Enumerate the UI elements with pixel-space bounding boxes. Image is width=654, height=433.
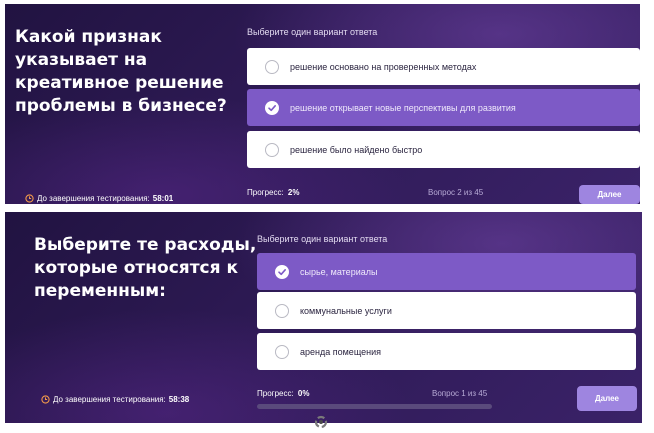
answer-option-2[interactable]: коммунальные услуги: [257, 292, 636, 329]
quiz-panel-2: Выберите те расходы, которые относятся к…: [5, 212, 642, 423]
answer-instruction: Выберите один вариант ответа: [247, 27, 378, 37]
question-counter: Вопрос 1 из 45: [432, 389, 488, 398]
test-timer: До завершения тестирования: 58:01: [25, 194, 173, 203]
answer-option-3[interactable]: решение было найдено быстро: [247, 131, 640, 168]
clock-icon: [25, 194, 34, 203]
timer-label: До завершения тестирования:: [37, 194, 150, 203]
option-label: решение было найдено быстро: [290, 144, 423, 155]
option-label: решение открывает новые перспективы для …: [290, 102, 516, 113]
radio-button[interactable]: [275, 303, 289, 318]
progress-value: 0%: [297, 389, 310, 398]
option-label: коммунальные услуги: [300, 305, 392, 316]
answer-instruction: Выберите один вариант ответа: [257, 234, 388, 244]
check-icon: [268, 104, 276, 111]
next-button[interactable]: Далее: [579, 185, 640, 204]
radio-button-checked[interactable]: [265, 100, 279, 115]
answer-option-1[interactable]: сырье, материалы: [257, 253, 636, 290]
radio-button[interactable]: [275, 344, 289, 359]
timer-value: 58:38: [168, 395, 190, 404]
next-button[interactable]: Далее: [577, 386, 637, 411]
option-label: аренда помещения: [300, 346, 381, 357]
test-timer: До завершения тестирования: 58:38: [41, 395, 189, 404]
option-label: решение основано на проверенных методах: [290, 61, 477, 72]
timer-label: До завершения тестирования:: [53, 395, 166, 404]
progress-text: Прогресс: 2%: [247, 188, 299, 197]
progress-text: Прогресс: 0%: [257, 389, 309, 398]
radio-button[interactable]: [265, 59, 279, 74]
timer-value: 58:01: [152, 194, 174, 203]
question-counter: Вопрос 2 из 45: [428, 188, 484, 197]
question-text: Какой признак указывает на креативное ре…: [15, 27, 227, 116]
progress-value: 2%: [287, 188, 300, 197]
progress-label: Прогресс:: [247, 188, 284, 197]
check-icon: [278, 268, 286, 275]
busy-cursor-icon: [314, 415, 328, 429]
answer-option-1[interactable]: решение основано на проверенных методах: [247, 48, 640, 85]
answer-option-3[interactable]: аренда помещения: [257, 333, 636, 370]
radio-button[interactable]: [265, 142, 279, 157]
progress-label: Прогресс:: [257, 389, 294, 398]
radio-button-checked[interactable]: [275, 264, 289, 279]
progress-bar: [257, 404, 492, 409]
answer-option-2[interactable]: решение открывает новые перспективы для …: [247, 89, 640, 126]
question-text: Выберите те расходы, которые относятся к…: [34, 235, 257, 301]
clock-icon: [41, 395, 50, 404]
quiz-panel-1: Какой признак указывает на креативное ре…: [5, 4, 640, 204]
option-label: сырье, материалы: [300, 266, 378, 277]
